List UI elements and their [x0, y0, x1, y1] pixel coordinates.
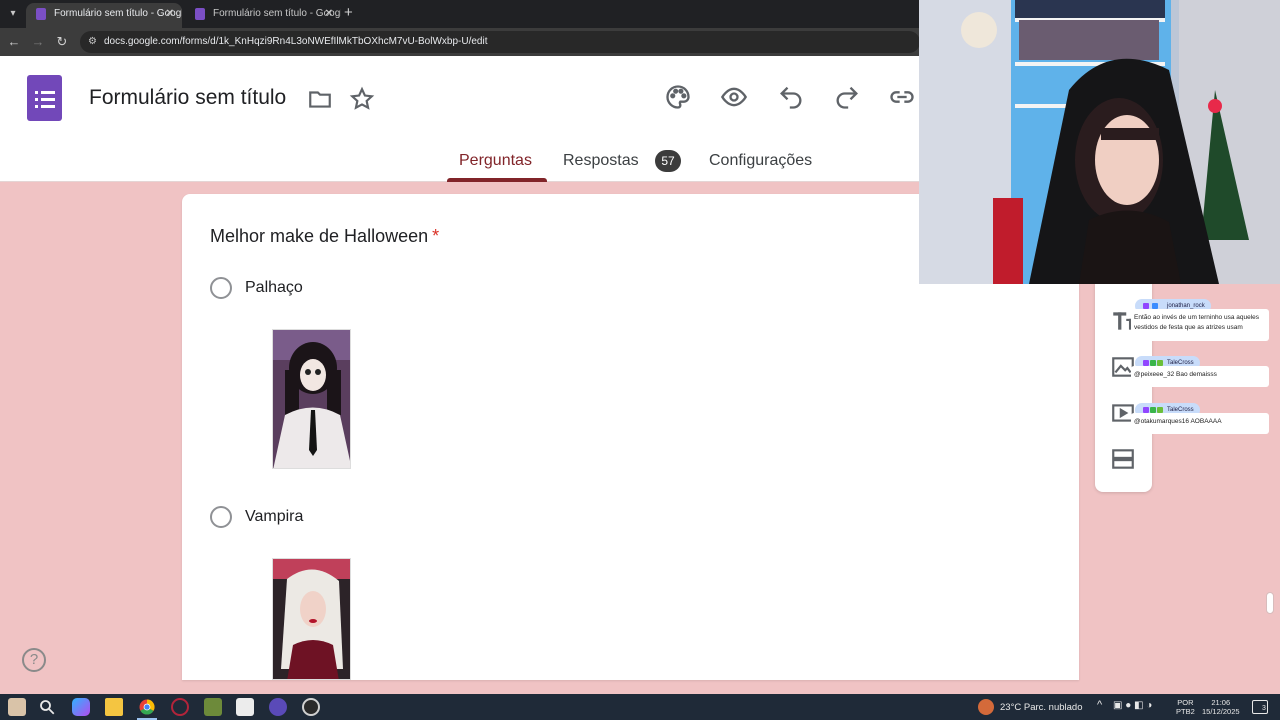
link-icon[interactable] [888, 83, 916, 111]
star-icon[interactable] [349, 86, 375, 112]
tab-settings[interactable]: Configurações [709, 152, 812, 170]
streaming-app-icon[interactable] [269, 698, 287, 716]
option-label: Vampira [245, 508, 304, 525]
browser-tab-1[interactable]: Formulário sem título - Google ✕ [26, 3, 182, 28]
forward-icon[interactable]: → [29, 33, 47, 51]
chat-text: @peixeee_32 Bao demaisss [1131, 366, 1269, 387]
notification-count: 3 [1262, 705, 1266, 712]
clock-date: 15/12/2025 [1202, 707, 1240, 716]
url-text: docs.google.com/forms/d/1k_KnHqzi9Rn4L3o… [104, 36, 488, 47]
obs-icon[interactable] [302, 698, 320, 716]
folder-icon[interactable] [307, 86, 333, 112]
search-icon[interactable] [38, 698, 56, 716]
chat-text: @otakumarques16 AOBAAAA [1131, 413, 1269, 434]
notifications-icon[interactable]: 3 [1252, 700, 1268, 714]
forms-favicon-icon [36, 8, 46, 20]
redo-icon[interactable] [833, 83, 861, 111]
option-label: Palhaço [245, 279, 303, 296]
close-tab-icon[interactable]: ✕ [325, 3, 333, 25]
option-image-clown[interactable] [272, 329, 351, 469]
browser-tab-2[interactable]: Formulário sem título - Google ✕ [185, 3, 341, 28]
show-hidden-icons[interactable]: ^ [1097, 699, 1102, 711]
help-icon[interactable]: ? [22, 648, 46, 672]
clock[interactable]: 21:06 15/12/2025 [1202, 698, 1240, 716]
chrome-icon[interactable] [138, 698, 156, 716]
address-bar[interactable]: ⚙ docs.google.com/forms/d/1k_KnHqzi9Rn4L… [80, 31, 920, 53]
start-avatar-icon[interactable] [8, 698, 26, 716]
site-info-icon[interactable]: ⚙ [88, 31, 97, 53]
question-title: Melhor make de Halloween * [210, 226, 439, 247]
forms-favicon-icon [195, 8, 205, 20]
back-icon[interactable]: ← [5, 33, 23, 51]
input-language[interactable]: POR PTB2 [1176, 698, 1195, 716]
file-explorer-icon[interactable] [105, 698, 123, 716]
tab-title: Formulário sem título - Google [54, 8, 182, 19]
undo-icon[interactable] [777, 83, 805, 111]
weather-text[interactable]: 23°C Parc. nublado [1000, 702, 1083, 713]
preview-eye-icon[interactable] [720, 83, 748, 111]
keyboard-layout: PTB2 [1176, 707, 1195, 716]
option-image-vampire[interactable] [272, 558, 351, 680]
active-tab-indicator [447, 178, 547, 182]
radio-button[interactable] [210, 277, 232, 299]
question-title-text: Melhor make de Halloween [210, 226, 429, 246]
responses-count-badge: 57 [655, 150, 681, 172]
tab-questions[interactable]: Perguntas [459, 152, 532, 170]
chat-text: Então ao invés de um terninho usa aquele… [1131, 309, 1269, 341]
copilot-icon[interactable] [72, 698, 90, 716]
tab-responses[interactable]: Respostas [563, 152, 639, 170]
capcut-icon[interactable] [236, 698, 254, 716]
tab-title: Formulário sem título - Google [213, 8, 341, 19]
opera-gx-icon[interactable] [171, 698, 189, 716]
clock-time: 21:06 [1211, 698, 1231, 707]
language-code: POR [1177, 698, 1194, 707]
close-tab-icon[interactable]: ✕ [166, 3, 174, 25]
google-forms-logo-icon[interactable] [27, 75, 62, 121]
tab-search-icon[interactable]: ▾ [4, 5, 22, 23]
form-tabs: Perguntas Respostas 57 Configurações [0, 148, 918, 182]
add-section-icon[interactable] [1110, 446, 1136, 472]
scrollbar-thumb[interactable] [1266, 592, 1274, 614]
reload-icon[interactable]: ↻ [53, 33, 71, 51]
webcam-overlay [919, 0, 1280, 284]
weather-icon[interactable] [978, 699, 994, 715]
system-tray-icons[interactable]: ▣ ● ◧ ◑ [1113, 700, 1152, 711]
form-title[interactable]: Formulário sem título [89, 86, 286, 110]
required-asterisk: * [432, 226, 440, 246]
new-tab-button[interactable]: + [344, 4, 353, 22]
customize-theme-icon[interactable] [664, 83, 692, 111]
radio-button[interactable] [210, 506, 232, 528]
game-launcher-icon[interactable] [204, 698, 222, 716]
taskbar: 23°C Parc. nublado ^ ▣ ● ◧ ◑ POR PTB2 21… [0, 694, 1280, 720]
